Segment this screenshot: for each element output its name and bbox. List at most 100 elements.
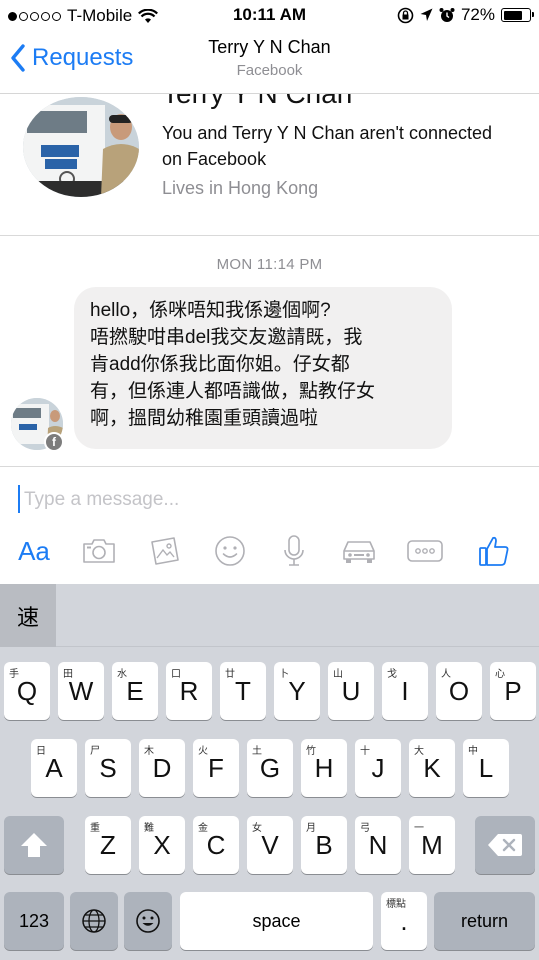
camera-icon [83, 539, 115, 563]
message-line: 肯add你係我比面你姐。仔女都 [90, 354, 350, 375]
key-letter: X [153, 830, 171, 860]
key-x[interactable]: 難X [139, 816, 185, 874]
key-letter: J [371, 753, 385, 783]
key-h[interactable]: 竹H [301, 739, 347, 797]
composer-toolbar: Aa [0, 531, 539, 571]
key-letter: C [206, 830, 226, 860]
key-letter: A [45, 753, 63, 783]
conversation-title: Terry Y N Chan [208, 37, 331, 57]
backspace-icon [488, 834, 522, 856]
emoji-key[interactable] [124, 892, 172, 950]
photo-gallery-icon [151, 537, 179, 565]
return-key[interactable]: return [434, 892, 535, 950]
key-z[interactable]: 重Z [85, 816, 131, 874]
battery-fill [503, 10, 522, 20]
smiley-icon [215, 536, 245, 566]
nav-header: Requests Terry Y N Chan Facebook [0, 32, 539, 94]
key-k[interactable]: 大K [409, 739, 455, 797]
key-o[interactable]: 人O [436, 662, 482, 720]
key-letter: W [68, 676, 94, 706]
sticker-button[interactable] [209, 531, 251, 571]
delete-key[interactable] [475, 816, 535, 874]
message-bubble[interactable]: hello，係咪唔知我係邊個啊? 唔撚駛咁串del我交友邀請既，我 肯add你係… [74, 287, 452, 449]
message-timestamp: MON 11:14 PM [216, 256, 323, 273]
more-options-button[interactable] [404, 531, 446, 571]
key-letter: V [261, 830, 279, 860]
profile-card: Terry Y N Chan You and Terry Y N Chan ar… [0, 94, 539, 236]
facebook-badge-icon: f [44, 432, 64, 452]
key-c[interactable]: 金C [193, 816, 239, 874]
camera-button[interactable] [78, 531, 120, 571]
connection-status-text: You and Terry Y N Chan aren't connected … [162, 123, 493, 169]
key-letter: B [315, 830, 333, 860]
key-w[interactable]: 田W [58, 662, 104, 720]
message-line: hello，係咪唔知我係邊個啊? [90, 300, 331, 321]
space-key[interactable]: space [180, 892, 373, 950]
key-letter: K [423, 753, 441, 783]
key-a[interactable]: 日A [31, 739, 77, 797]
location-icon [420, 8, 433, 21]
key-s[interactable]: 尸S [85, 739, 131, 797]
key-i[interactable]: 戈I [382, 662, 428, 720]
punctuation-key[interactable]: 標點. [381, 892, 427, 950]
key-letter: Z [100, 830, 116, 860]
key-letter: D [152, 753, 172, 783]
key-r[interactable]: 口R [166, 662, 212, 720]
suggestion-candidate[interactable]: 速 [0, 584, 56, 647]
conversation-subtitle: Facebook [236, 62, 303, 79]
key-u[interactable]: 山U [328, 662, 374, 720]
voice-button[interactable] [276, 531, 312, 571]
key-p[interactable]: 心P [490, 662, 536, 720]
profile-photo-image [23, 97, 139, 197]
status-bar: T-Mobile 10:11 AM 72% [0, 0, 539, 32]
key-letter: P [504, 676, 522, 706]
key-e[interactable]: 水E [112, 662, 158, 720]
key-t[interactable]: 廿T [220, 662, 266, 720]
numbers-key[interactable]: 123 [4, 892, 64, 950]
key-y[interactable]: 卜Y [274, 662, 320, 720]
key-q[interactable]: 手Q [4, 662, 50, 720]
shift-icon [21, 833, 47, 857]
photo-gallery-button[interactable] [144, 531, 186, 571]
key-letter: N [368, 830, 388, 860]
rotation-lock-icon [397, 7, 414, 23]
emoji-icon [136, 909, 160, 933]
shift-key[interactable] [4, 816, 64, 874]
alarm-icon [439, 8, 455, 22]
status-right: 72% [397, 5, 534, 25]
thumbs-up-icon [479, 536, 509, 566]
key-j[interactable]: 十J [355, 739, 401, 797]
key-l[interactable]: 中L [463, 739, 509, 797]
globe-key[interactable] [70, 892, 118, 950]
profile-photo[interactable] [23, 97, 139, 197]
car-icon [343, 541, 375, 563]
key-f[interactable]: 火F [193, 739, 239, 797]
key-letter: M [421, 830, 443, 860]
message-input[interactable] [24, 483, 504, 517]
globe-icon [82, 909, 106, 933]
keyboard: 速 手Q 田W 水E 口R 廿T 卜Y 山U 戈I 人O 心P 日A 尸S 木D… [0, 584, 539, 960]
like-button[interactable] [474, 531, 514, 571]
key-m[interactable]: 一M [409, 816, 455, 874]
key-letter: F [208, 753, 224, 783]
battery-icon [501, 8, 534, 22]
key-letter: R [179, 676, 199, 706]
key-g[interactable]: 土G [247, 739, 293, 797]
profile-location: Lives in Hong Kong [162, 178, 319, 198]
key-letter: I [401, 676, 409, 706]
key-letter: U [341, 676, 361, 706]
message-line: 啊，搵間幼稚園重頭讀過啦 [90, 408, 319, 429]
key-d[interactable]: 木D [139, 739, 185, 797]
key-v[interactable]: 女V [247, 816, 293, 874]
text-format-button[interactable]: Aa [12, 531, 56, 571]
key-letter: Y [288, 676, 306, 706]
transport-button[interactable] [338, 531, 380, 571]
battery-percent: 72% [460, 5, 495, 24]
suggestion-bar: 速 [0, 584, 539, 647]
key-letter: H [314, 753, 334, 783]
key-n[interactable]: 弓N [355, 816, 401, 874]
key-b[interactable]: 月B [301, 816, 347, 874]
text-cursor [18, 485, 20, 513]
key-letter: . [400, 906, 408, 936]
key-letter: L [478, 753, 494, 783]
